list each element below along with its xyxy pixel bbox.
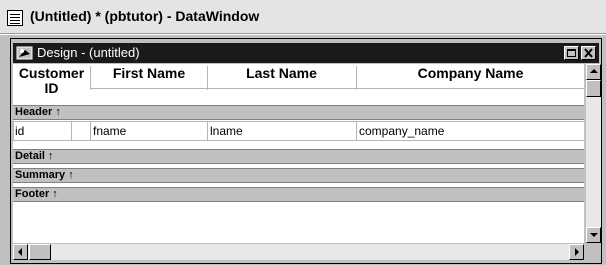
design-title: Design - (untitled) (37, 45, 140, 60)
header-first-name[interactable]: First Name (91, 66, 207, 81)
horizontal-scrollbar[interactable] (13, 244, 584, 260)
field-company-name[interactable]: company_name (357, 121, 584, 141)
header-divider (207, 66, 208, 90)
band-detail[interactable]: Detail ↑ (13, 149, 584, 164)
detail-divider (90, 121, 91, 141)
header-customer-id-line2: ID (44, 80, 59, 96)
band-summary[interactable]: Summary ↑ (13, 168, 584, 183)
field-id[interactable]: id (13, 121, 72, 141)
vertical-scrollbar[interactable] (586, 64, 601, 243)
scroll-left-button[interactable] (13, 244, 28, 260)
maximize-icon (567, 49, 576, 57)
arrow-right-icon (575, 248, 579, 256)
datawindow-design-icon (16, 46, 33, 60)
arrow-left-icon (18, 248, 22, 256)
scrollbar-corner (586, 244, 601, 260)
header-company-name[interactable]: Company Name (357, 66, 584, 81)
maximize-button[interactable] (564, 46, 579, 60)
scroll-down-button[interactable] (586, 227, 601, 243)
arrow-up-icon (590, 69, 598, 73)
scroll-up-button[interactable] (586, 64, 601, 80)
detail-divider (356, 121, 357, 141)
field-fname[interactable]: fname (91, 121, 207, 141)
header-customer-id[interactable]: Customer ID (13, 66, 90, 96)
header-divider (90, 66, 91, 90)
document-icon[interactable] (7, 10, 23, 26)
arrow-down-icon (590, 233, 598, 237)
design-window: Design - (untitled) Customer ID First Na… (10, 38, 602, 264)
header-customer-id-line1: Customer (18, 65, 85, 81)
band-footer[interactable]: Footer ↑ (13, 187, 584, 202)
band-header[interactable]: Header ↑ (13, 105, 584, 120)
outer-titlebar: (Untitled) * (pbtutor) - DataWindow (0, 0, 606, 34)
window-title: (Untitled) * (pbtutor) - DataWindow (30, 8, 260, 24)
detail-divider (207, 121, 208, 141)
field-lname[interactable]: lname (208, 121, 356, 141)
close-icon (584, 48, 593, 58)
horizontal-scroll-thumb[interactable] (29, 244, 51, 260)
header-underline (91, 88, 584, 89)
header-last-name[interactable]: Last Name (208, 66, 355, 81)
design-titlebar[interactable]: Design - (untitled) (13, 43, 599, 63)
design-canvas[interactable]: Customer ID First Name Last Name Company… (13, 64, 584, 243)
scroll-right-button[interactable] (569, 244, 584, 260)
header-divider (356, 66, 357, 90)
vertical-scroll-thumb[interactable] (586, 80, 601, 97)
close-button[interactable] (581, 46, 596, 60)
